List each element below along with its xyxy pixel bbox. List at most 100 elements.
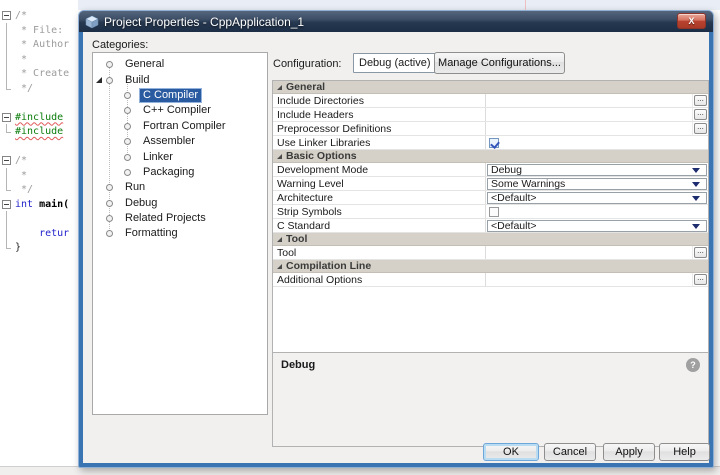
section-collapse-icon (277, 85, 282, 90)
property-label: Tool (273, 246, 486, 259)
property-row: Strip Symbols (273, 205, 708, 219)
fold-collapse-icon[interactable] (0, 153, 15, 168)
cancel-button[interactable]: Cancel (544, 443, 596, 461)
tree-item-run[interactable]: Run (93, 180, 267, 195)
node-icon (124, 123, 131, 130)
dialog-title: Project Properties - CppApplication_1 (104, 15, 304, 29)
categories-tree: General Build C Compiler C++ Compiler Fo… (92, 52, 268, 415)
property-row: Architecture <Default> (273, 191, 708, 205)
apply-button[interactable]: Apply (603, 443, 655, 461)
node-icon (124, 92, 131, 99)
section-header-compilation-line[interactable]: Compilation Line (273, 260, 708, 273)
browse-ellipsis-button[interactable]: ... (694, 274, 707, 285)
property-label: Development Mode (273, 163, 486, 176)
property-row: Warning Level Some Warnings (273, 177, 708, 191)
property-label: Architecture (273, 191, 486, 204)
browse-ellipsis-button[interactable]: ... (694, 109, 707, 120)
section-header-basic-options[interactable]: Basic Options (273, 150, 708, 163)
close-button[interactable]: X (677, 13, 706, 29)
editor-margin-line (525, 0, 526, 10)
tree-item-c-compiler[interactable]: C Compiler (93, 88, 267, 103)
project-properties-dialog: Project Properties - CppApplication_1 X … (78, 10, 714, 468)
development-mode-select[interactable]: Debug (487, 164, 707, 176)
help-button[interactable]: Help (659, 443, 710, 461)
fold-collapse-icon[interactable] (0, 197, 15, 212)
include-directories-value[interactable] (486, 94, 692, 107)
dropdown-arrow-icon (692, 196, 700, 201)
property-row: Tool ... (273, 246, 708, 260)
tree-item-linker[interactable]: Linker (93, 149, 267, 164)
include-headers-value[interactable] (486, 108, 692, 121)
description-title: Debug (281, 359, 700, 371)
ok-button[interactable]: OK (483, 443, 539, 461)
property-label: Include Headers (273, 108, 486, 121)
code-line: } (0, 240, 21, 255)
code-line: #include (0, 110, 63, 125)
browse-ellipsis-button[interactable]: ... (694, 247, 707, 258)
c-standard-select[interactable]: <Default> (487, 220, 707, 232)
code-line: * File: (0, 23, 69, 38)
code-line: /* (0, 8, 27, 23)
description-panel: Debug ? (273, 352, 708, 446)
manage-configurations-button[interactable]: Manage Configurations... (434, 52, 565, 74)
expand-triangle-icon[interactable] (96, 77, 102, 83)
code-line: * Create (0, 66, 69, 81)
help-circle-icon[interactable]: ? (686, 358, 700, 372)
tree-item-fortran-compiler[interactable]: Fortran Compiler (93, 119, 267, 134)
section-header-general[interactable]: General (273, 81, 708, 94)
window-cube-icon (85, 15, 99, 29)
tree-item-packaging[interactable]: Packaging (93, 165, 267, 180)
property-row: Use Linker Libraries (273, 136, 708, 150)
section-collapse-icon (277, 154, 282, 159)
tree-item-formatting[interactable]: Formatting (93, 226, 267, 241)
fold-collapse-icon[interactable] (0, 8, 15, 23)
code-line: * (0, 168, 27, 183)
preprocessor-definitions-value[interactable] (486, 122, 692, 135)
tree-item-build[interactable]: Build (93, 72, 267, 87)
dialog-content: Categories: General Build C Compiler C++… (83, 32, 709, 463)
node-icon (106, 77, 113, 84)
code-line (0, 139, 15, 154)
architecture-select[interactable]: <Default> (487, 192, 707, 204)
tree-item-general[interactable]: General (93, 57, 267, 72)
browse-ellipsis-button[interactable]: ... (694, 123, 707, 134)
property-row: Include Directories ... (273, 94, 708, 108)
code-line: retur (0, 226, 69, 241)
tree-item-assembler[interactable]: Assembler (93, 134, 267, 149)
code-line: /* (0, 153, 27, 168)
section-collapse-icon (277, 237, 282, 242)
node-icon (124, 107, 131, 114)
node-icon (106, 61, 113, 68)
code-line: */ (0, 81, 33, 96)
tree-item-related-projects[interactable]: Related Projects (93, 211, 267, 226)
property-row: Preprocessor Definitions ... (273, 122, 708, 136)
property-row: Additional Options ... (273, 273, 708, 287)
fold-collapse-icon[interactable] (0, 110, 15, 125)
node-icon (124, 169, 131, 176)
tool-value[interactable] (486, 246, 692, 259)
code-line: * Author (0, 37, 69, 52)
section-header-tool[interactable]: Tool (273, 233, 708, 246)
code-line (0, 95, 15, 110)
code-editor[interactable]: /* * File: * Author * * Create */ #inclu… (0, 0, 78, 466)
property-label: C Standard (273, 219, 486, 232)
screen: /* * File: * Author * * Create */ #inclu… (0, 0, 720, 475)
warning-level-select[interactable]: Some Warnings (487, 178, 707, 190)
browse-ellipsis-button[interactable]: ... (694, 95, 707, 106)
use-linker-libraries-checkbox[interactable] (489, 138, 499, 148)
tree-item-cpp-compiler[interactable]: C++ Compiler (93, 103, 267, 118)
node-icon (106, 200, 113, 207)
node-icon (106, 230, 113, 237)
code-line: */ (0, 182, 33, 197)
dropdown-arrow-icon (692, 168, 700, 173)
tree-item-debug[interactable]: Debug (93, 196, 267, 211)
categories-label: Categories: (92, 39, 148, 51)
dropdown-arrow-icon (692, 182, 700, 187)
code-line: int main( (0, 197, 69, 212)
node-icon (106, 215, 113, 222)
dialog-titlebar[interactable]: Project Properties - CppApplication_1 X (79, 11, 713, 32)
configuration-label: Configuration: (273, 58, 342, 70)
strip-symbols-checkbox[interactable] (489, 207, 499, 217)
additional-options-value[interactable] (486, 273, 692, 286)
node-icon (124, 138, 131, 145)
